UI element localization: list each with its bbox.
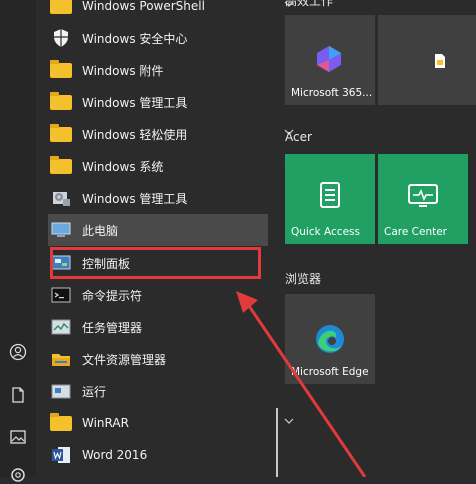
annotation-arrow bbox=[236, 291, 367, 477]
